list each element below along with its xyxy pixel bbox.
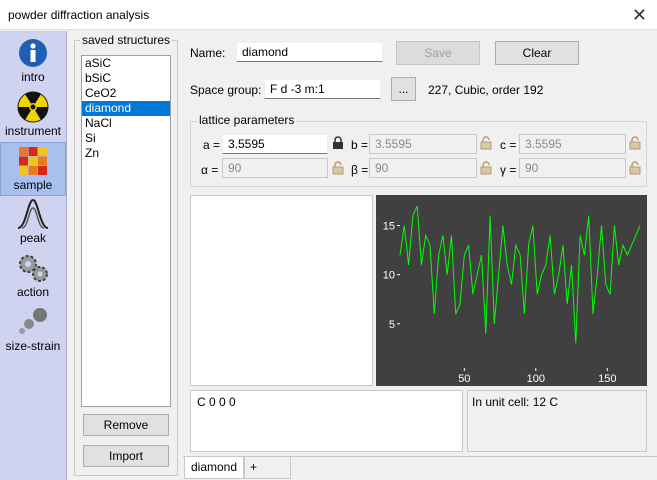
sidebar-item-peak[interactable]: peak bbox=[0, 196, 66, 250]
lock-icon[interactable] bbox=[332, 136, 344, 150]
list-item[interactable]: diamond bbox=[82, 101, 170, 116]
lattice-parameters-title: lattice parameters bbox=[197, 113, 297, 127]
gamma-label: γ = bbox=[500, 163, 517, 177]
unlock-icon[interactable] bbox=[332, 161, 344, 175]
close-icon[interactable]: ✕ bbox=[632, 5, 647, 26]
name-label: Name: bbox=[190, 46, 226, 60]
save-button[interactable]: Save bbox=[396, 41, 480, 65]
x-tick-label: 150 bbox=[598, 373, 616, 385]
unlock-icon[interactable] bbox=[480, 161, 492, 175]
y-tick-label: 5 bbox=[389, 319, 395, 331]
list-item[interactable]: Si bbox=[82, 131, 170, 146]
c-field[interactable]: 3.5595 bbox=[519, 134, 626, 154]
diffraction-plot[interactable]: 5 10 15 50 100 150 bbox=[376, 195, 647, 386]
y-tick-label: 15 bbox=[383, 221, 395, 233]
sidebar: intro instrument sample peak action size… bbox=[0, 31, 67, 480]
sidebar-item-label: intro bbox=[21, 70, 45, 84]
space-group-label: Space group: bbox=[190, 83, 262, 97]
saved-structures-title: saved structures bbox=[80, 33, 173, 47]
list-item[interactable]: NaCl bbox=[82, 116, 170, 131]
window-title: powder diffraction analysis bbox=[8, 8, 150, 22]
x-tick-label: 100 bbox=[527, 373, 545, 385]
peak-icon bbox=[17, 198, 49, 229]
b-field[interactable]: 3.5595 bbox=[369, 134, 477, 154]
title-bar: powder diffraction analysis ✕ bbox=[0, 0, 657, 30]
sample-grid-icon bbox=[19, 147, 47, 175]
spheres-icon bbox=[19, 308, 47, 334]
unit-cell-panel: In unit cell: 12 C bbox=[467, 390, 647, 452]
space-group-browse-button[interactable]: ... bbox=[391, 77, 416, 101]
atoms-editor[interactable]: C 0 0 0 bbox=[190, 390, 463, 452]
x-tick-label: 50 bbox=[458, 373, 470, 385]
import-button[interactable]: Import bbox=[83, 445, 169, 467]
unlock-icon[interactable] bbox=[629, 136, 641, 150]
unlock-icon[interactable] bbox=[629, 161, 641, 175]
sidebar-item-label: peak bbox=[19, 231, 47, 245]
tab-add[interactable]: + bbox=[244, 457, 291, 479]
saved-structures-list[interactable]: aSiC bSiC CeO2 diamond NaCl Si Zn bbox=[81, 55, 171, 407]
sidebar-item-instrument[interactable]: instrument bbox=[0, 89, 66, 143]
plot-background bbox=[376, 195, 647, 386]
space-group-field[interactable]: F d -3 m:1 bbox=[264, 79, 381, 99]
list-item[interactable]: Zn bbox=[82, 146, 170, 161]
sidebar-item-sample[interactable]: sample bbox=[0, 142, 66, 196]
gamma-field[interactable]: 90 bbox=[519, 158, 626, 178]
sidebar-item-action[interactable]: action bbox=[0, 250, 66, 304]
unit-cell-text: In unit cell: 12 C bbox=[472, 395, 559, 409]
sidebar-item-size-strain[interactable]: size-strain bbox=[0, 304, 66, 358]
gears-icon bbox=[19, 255, 48, 282]
sidebar-item-label: sample bbox=[13, 178, 53, 192]
list-item[interactable]: aSiC bbox=[82, 56, 170, 71]
space-group-info: 227, Cubic, order 192 bbox=[428, 83, 544, 97]
name-field[interactable]: diamond bbox=[236, 42, 383, 62]
beta-label: β = bbox=[351, 163, 369, 177]
radiation-icon bbox=[17, 91, 49, 123]
clear-button[interactable]: Clear bbox=[495, 41, 579, 65]
beta-field[interactable]: 90 bbox=[369, 158, 477, 178]
structure-view[interactable] bbox=[190, 195, 373, 386]
sidebar-item-intro[interactable]: intro bbox=[0, 35, 66, 89]
info-icon bbox=[19, 39, 47, 67]
b-label: b = bbox=[351, 138, 369, 152]
unlock-icon[interactable] bbox=[480, 136, 492, 150]
alpha-label: α = bbox=[201, 163, 219, 177]
a-field[interactable]: 3.5595 bbox=[222, 134, 328, 154]
sidebar-item-label: instrument bbox=[4, 124, 62, 138]
alpha-field[interactable]: 90 bbox=[222, 158, 328, 178]
list-item[interactable]: bSiC bbox=[82, 71, 170, 86]
list-item[interactable]: CeO2 bbox=[82, 86, 170, 101]
c-label: c = bbox=[500, 138, 517, 152]
sidebar-item-label: size-strain bbox=[5, 339, 61, 353]
a-label: a = bbox=[203, 138, 221, 152]
y-tick-label: 10 bbox=[383, 270, 395, 282]
tab-diamond[interactable]: diamond bbox=[184, 457, 244, 479]
sidebar-item-label: action bbox=[16, 285, 50, 299]
atoms-text: C 0 0 0 bbox=[197, 395, 236, 409]
remove-button[interactable]: Remove bbox=[83, 414, 169, 436]
